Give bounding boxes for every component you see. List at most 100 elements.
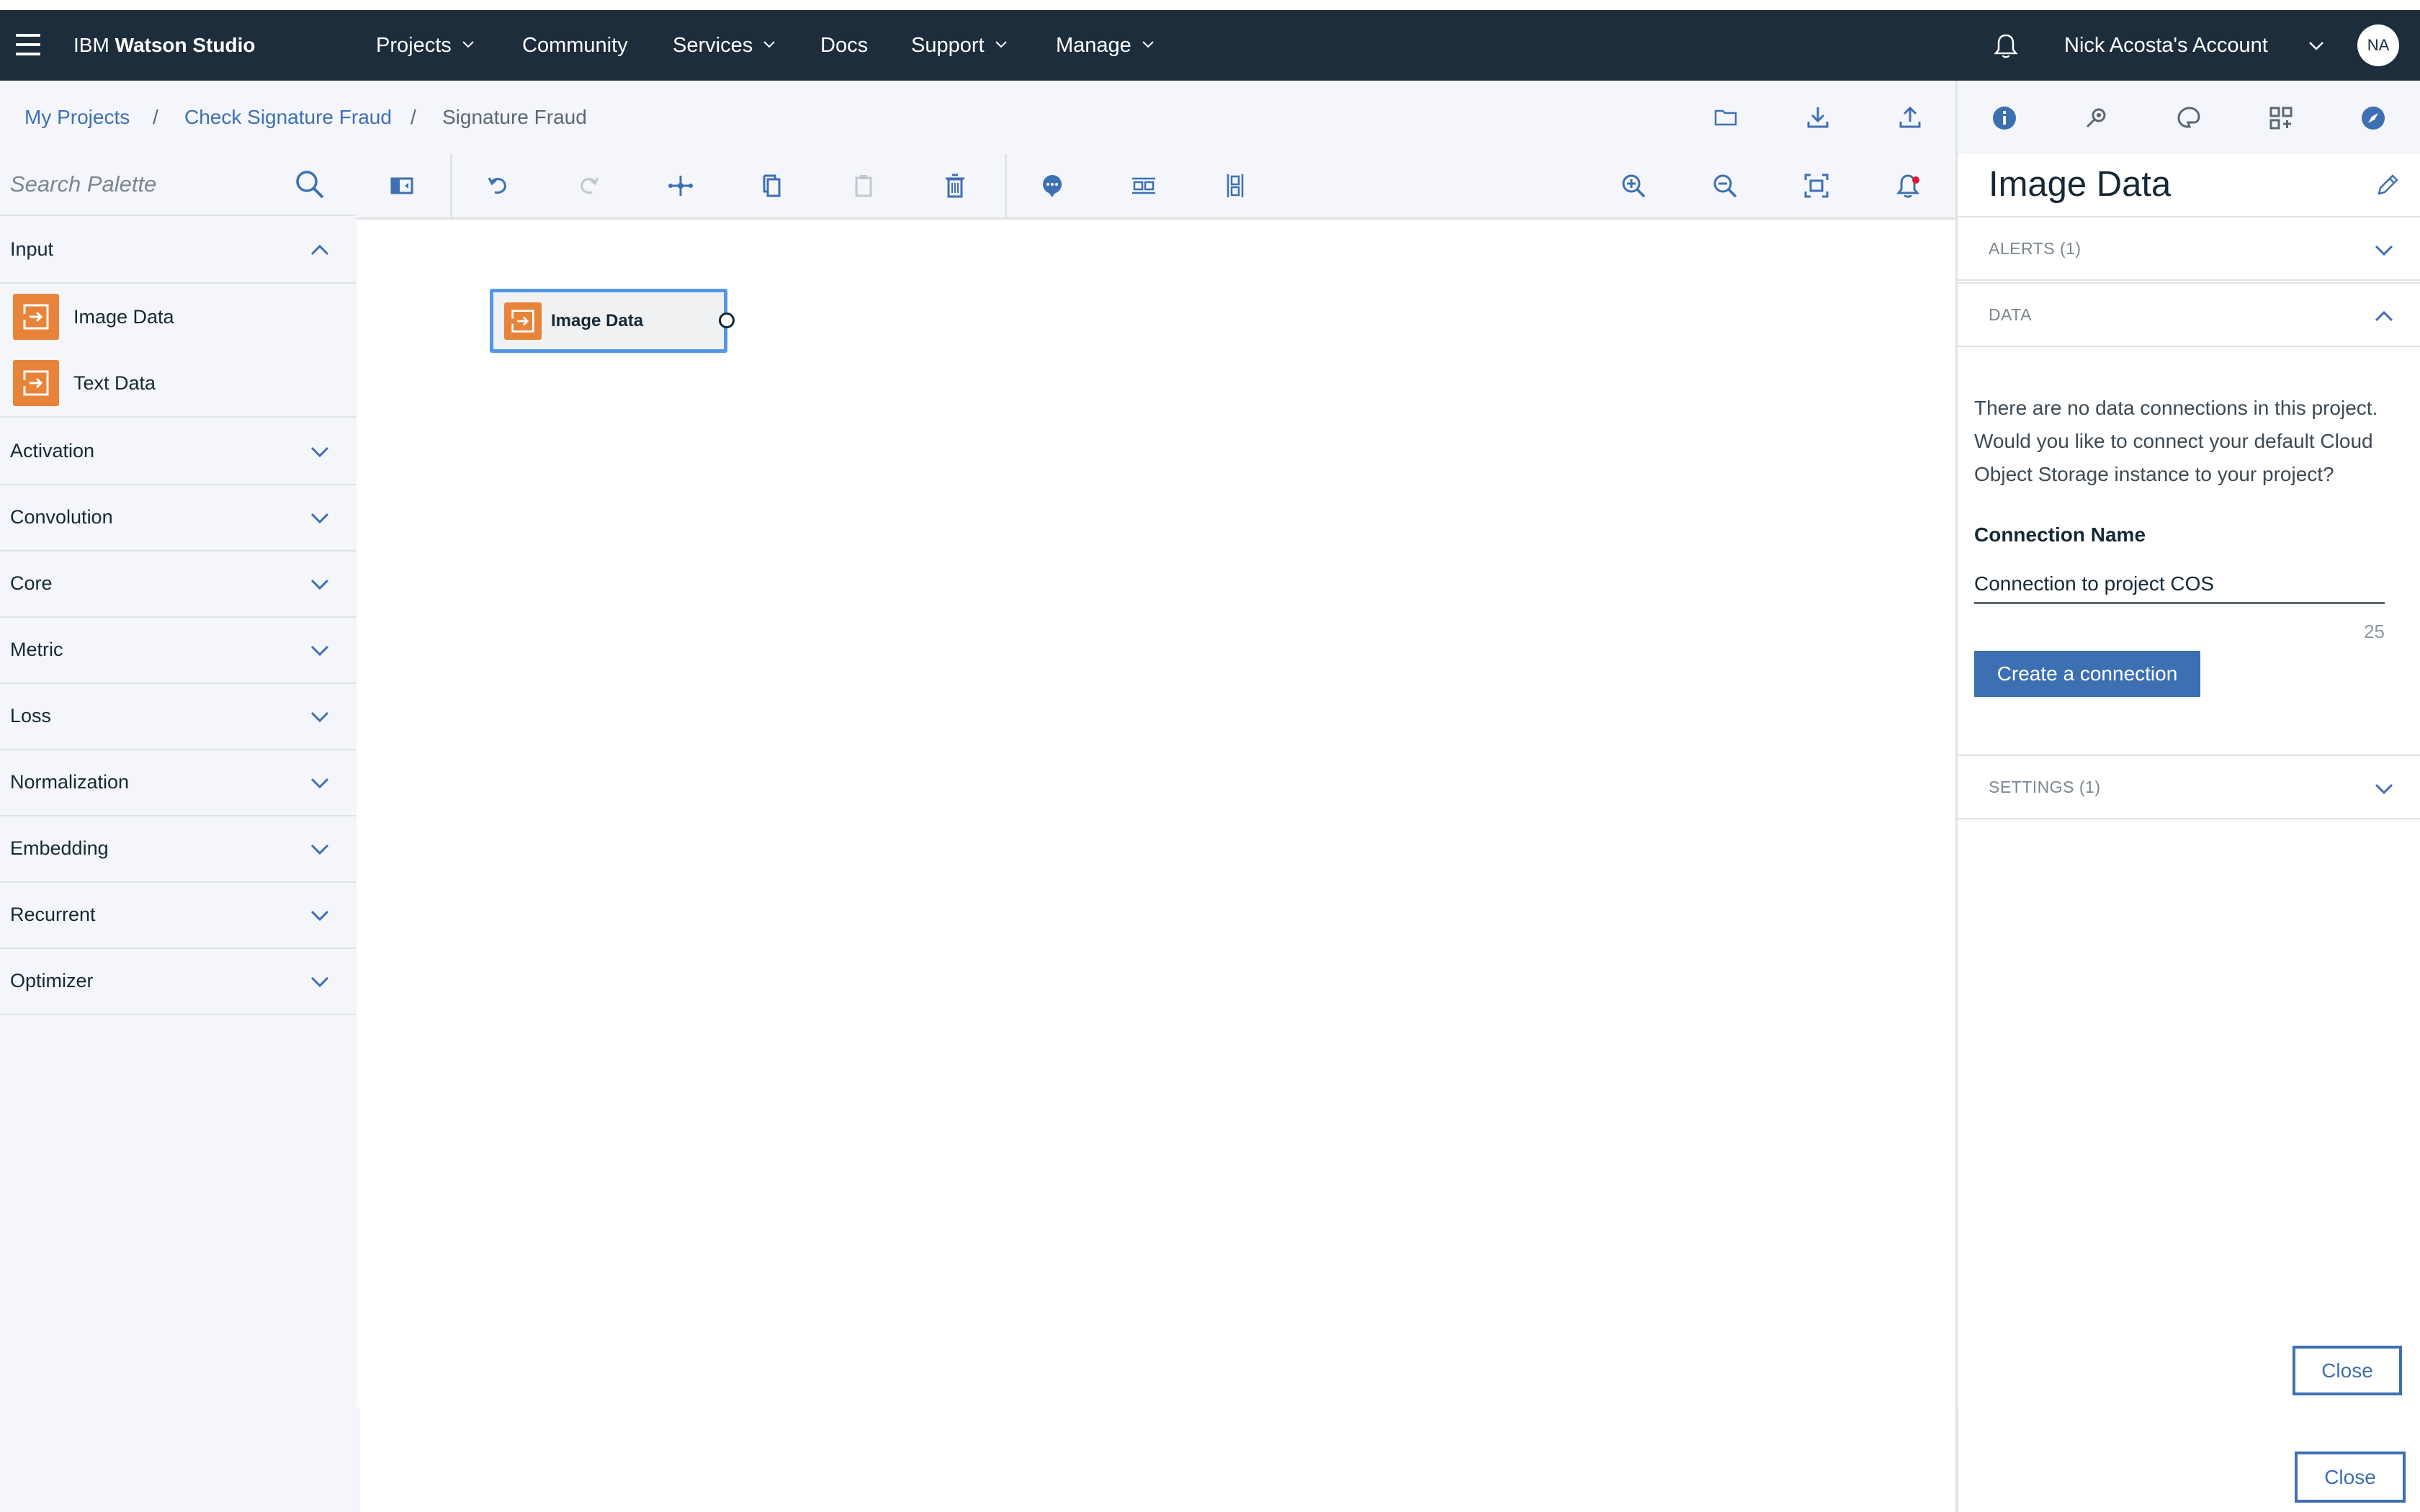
palette-icon[interactable]: [2175, 104, 2202, 132]
palette-node-text-data[interactable]: Text Data: [0, 350, 357, 416]
window-top-strip: [0, 0, 2420, 10]
chevron-down-icon: [310, 910, 329, 922]
chevron-down-icon: [462, 41, 474, 48]
category-activation[interactable]: Activation: [0, 418, 357, 485]
category-label: Normalization: [10, 771, 130, 793]
notification-icon[interactable]: [1894, 171, 1922, 200]
close-button[interactable]: Close: [2293, 1346, 2402, 1395]
nav-services[interactable]: Services: [673, 10, 776, 81]
avatar[interactable]: NA: [2357, 24, 2399, 66]
category-label: Input: [10, 238, 54, 260]
breadcrumb-my-projects[interactable]: My Projects: [24, 81, 130, 154]
nav-label: Community: [522, 34, 628, 57]
redo-icon[interactable]: [575, 171, 604, 200]
properties-tab-strip: [1955, 81, 2420, 156]
account-switcher[interactable]: Nick Acosta's Account: [2064, 10, 2268, 81]
chevron-down-icon: [2375, 245, 2393, 256]
canvas-node-image-data[interactable]: Image Data: [490, 289, 735, 353]
nav-support[interactable]: Support: [911, 10, 1008, 81]
chevron-down-icon: [310, 976, 329, 988]
horizontal-layout-icon[interactable]: [1129, 171, 1158, 200]
alerts-accordion[interactable]: ALERTS (1): [1958, 216, 2420, 281]
connection-name-field[interactable]: [1974, 566, 2385, 604]
properties-panel: Image Data ALERTS (1) DATA There are no …: [1955, 154, 2420, 1407]
category-normalization[interactable]: Normalization: [0, 749, 357, 816]
grid-icon[interactable]: [2267, 104, 2295, 132]
data-accordion[interactable]: DATA: [1958, 282, 2420, 347]
chevron-down-icon[interactable]: [2308, 41, 2324, 51]
category-metric[interactable]: Metric: [0, 616, 357, 684]
category-label: Loss: [10, 705, 52, 726]
data-input-icon: [13, 360, 59, 406]
nav-label: Docs: [820, 34, 869, 57]
flow-icon[interactable]: [2083, 104, 2110, 132]
data-input-icon: [13, 294, 59, 340]
chevron-down-icon: [2375, 783, 2393, 795]
close-button[interactable]: Close: [2295, 1452, 2406, 1503]
toolbar-divider: [1005, 154, 1007, 217]
category-label: Optimizer: [10, 970, 94, 991]
breadcrumb-current: Signature Fraud: [442, 106, 587, 128]
chevron-down-icon: [310, 844, 329, 855]
download-icon[interactable]: [1805, 104, 1831, 130]
palette-node-image-data[interactable]: Image Data: [0, 284, 357, 350]
search-input[interactable]: [10, 167, 284, 202]
character-count: 25: [2364, 621, 2385, 642]
category-recurrent[interactable]: Recurrent: [0, 881, 357, 949]
settings-accordion[interactable]: SETTINGS (1): [1958, 755, 2420, 819]
accordion-label: DATA: [1989, 305, 2032, 324]
breadcrumb-project[interactable]: Check Signature Fraud: [184, 81, 392, 154]
nav-manage[interactable]: Manage: [1056, 10, 1155, 81]
brand-product: Watson Studio: [115, 34, 256, 56]
info-icon[interactable]: [1991, 104, 2018, 132]
category-embedding[interactable]: Embedding: [0, 815, 357, 883]
category-label: Activation: [10, 440, 95, 462]
chevron-down-icon: [310, 778, 329, 789]
category-label: Convolution: [10, 506, 113, 528]
vertical-layout-icon[interactable]: [1221, 171, 1250, 200]
category-input[interactable]: Input: [0, 216, 357, 284]
zoom-out-icon[interactable]: [1711, 171, 1739, 200]
upload-icon[interactable]: [1897, 104, 1923, 130]
create-connection-button[interactable]: Create a connection: [1974, 651, 2200, 697]
nav-projects[interactable]: Projects: [376, 10, 475, 81]
search-icon[interactable]: [294, 168, 326, 200]
category-core[interactable]: Core: [0, 550, 357, 618]
palette-search: [0, 154, 357, 216]
copy-icon[interactable]: [758, 171, 786, 200]
node-label: Image Data: [551, 311, 644, 330]
brand-prefix: IBM: [73, 34, 109, 56]
category-optimizer[interactable]: Optimizer: [0, 948, 357, 1015]
notification-bell-icon[interactable]: [1991, 32, 2020, 60]
category-loss[interactable]: Loss: [0, 683, 357, 750]
panel-divider: [1955, 1407, 1958, 1512]
brand-name[interactable]: IBM Watson Studio: [73, 10, 256, 81]
top-navigation-bar: IBM Watson Studio Projects Community Ser…: [0, 10, 2420, 81]
nav-docs[interactable]: Docs: [820, 10, 868, 81]
canvas-toolbar: [357, 154, 1955, 220]
undo-icon[interactable]: [483, 171, 512, 200]
toggle-palette-icon[interactable]: [387, 171, 416, 200]
no-connections-message: There are no data connections in this pr…: [1974, 397, 2378, 485]
arrange-icon[interactable]: [666, 171, 695, 200]
nav-label: Manage: [1056, 34, 1131, 57]
zoom-in-icon[interactable]: [1619, 171, 1648, 200]
nav-community[interactable]: Community: [522, 10, 628, 81]
folder-icon[interactable]: [1713, 104, 1739, 130]
output-port[interactable]: [719, 312, 735, 328]
edit-icon[interactable]: [2374, 171, 2401, 199]
category-convolution[interactable]: Convolution: [0, 484, 357, 552]
chevron-down-icon: [310, 513, 329, 524]
comment-icon[interactable]: [1038, 171, 1067, 200]
delete-icon[interactable]: [941, 171, 969, 200]
compass-icon[interactable]: [2360, 104, 2387, 132]
chevron-down-icon: [310, 579, 329, 590]
nav-label: Services: [673, 34, 753, 57]
toolbar-divider: [450, 154, 452, 217]
fit-to-screen-icon[interactable]: [1802, 171, 1831, 200]
nav-label: Projects: [376, 34, 452, 57]
paste-icon[interactable]: [849, 171, 878, 200]
flow-canvas[interactable]: Image Data: [357, 220, 1955, 1407]
hamburger-menu-icon[interactable]: [16, 34, 40, 55]
node-palette: Input Image Data Text Data Activation Co…: [0, 154, 357, 1407]
